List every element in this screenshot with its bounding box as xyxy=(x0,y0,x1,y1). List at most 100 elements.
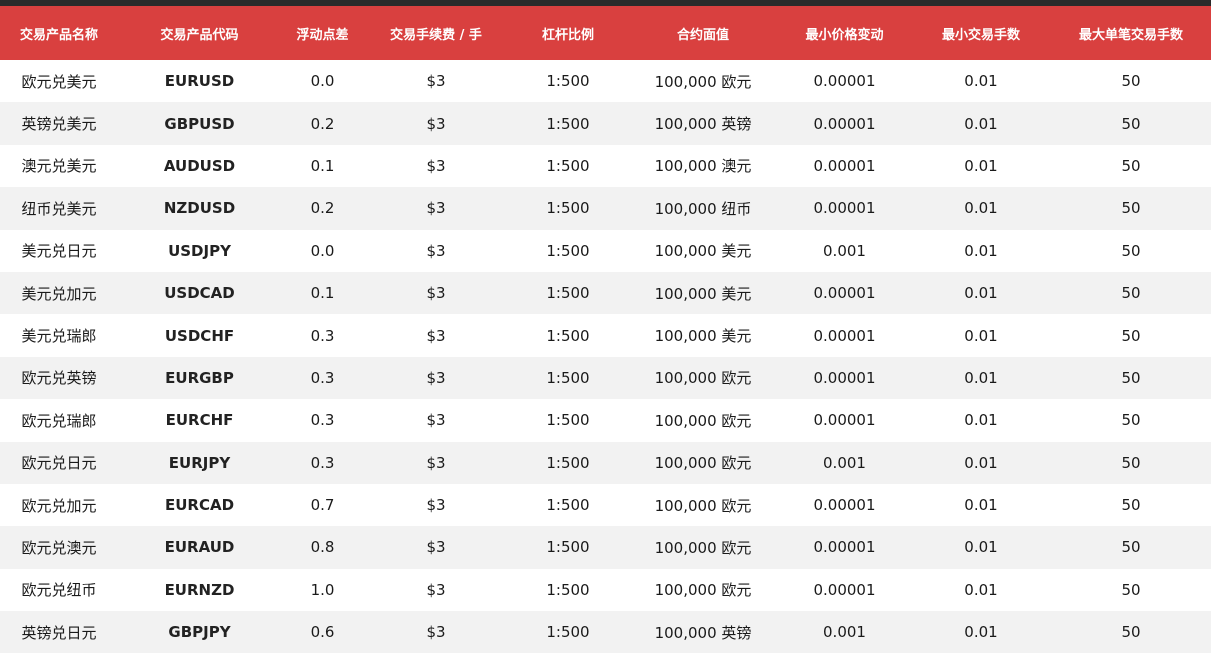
cell-min-lot: 0.01 xyxy=(964,284,998,303)
cell-min-tick: 0.00001 xyxy=(813,72,876,91)
cell-min-tick: 0.00001 xyxy=(813,199,876,218)
table-row: 欧元兑澳元 EURAUD 0.8 $3 1:500 100,000 欧元 0.00001 0.… xyxy=(0,526,1211,569)
cell-product-code: USDCHF xyxy=(164,326,235,345)
cell-contract-size: 100,000 欧元 xyxy=(654,581,752,600)
cell-leverage: 1:500 xyxy=(546,284,590,303)
cell-min-tick: 0.00001 xyxy=(813,114,876,133)
cell-product-code: EURGBP xyxy=(165,368,234,387)
table-row: 美元兑日元 USDJPY 0.0 $3 1:500 100,000 美元 0.001 0.01… xyxy=(0,229,1211,272)
cell-spread: 0.2 xyxy=(310,199,335,218)
table-row: 欧元兑纽币 EURNZD 1.0 $3 1:500 100,000 欧元 0.00001 0.… xyxy=(0,568,1211,612)
cell-product-code: GBPUSD xyxy=(164,114,235,133)
cell-commission: $3 xyxy=(426,453,446,472)
cell-leverage: 1:500 xyxy=(546,199,590,218)
cell-contract-size: 100,000 欧元 xyxy=(654,369,752,388)
cell-commission: $3 xyxy=(426,156,446,175)
cell-commission: $3 xyxy=(426,411,446,430)
cell-spread: 0.1 xyxy=(310,156,335,175)
cell-max-lot: 50 xyxy=(1121,411,1141,430)
cell-commission: $3 xyxy=(426,623,446,642)
cell-min-lot: 0.01 xyxy=(964,580,998,599)
cell-max-lot: 50 xyxy=(1121,72,1141,91)
cell-spread: 0.3 xyxy=(310,368,335,387)
cell-max-lot: 50 xyxy=(1121,156,1141,175)
header-product-code: 交易产品代码 xyxy=(160,27,239,43)
cell-min-tick: 0.00001 xyxy=(813,284,876,303)
cell-product-name: 欧元兑日元 xyxy=(21,454,97,473)
cell-min-tick: 0.00001 xyxy=(813,411,876,430)
cell-product-code: USDCAD xyxy=(164,284,235,303)
cell-min-tick: 0.00001 xyxy=(813,496,876,515)
cell-contract-size: 100,000 欧元 xyxy=(654,411,752,430)
cell-commission: $3 xyxy=(426,199,446,218)
header-min-tick: 最小价格变动 xyxy=(805,27,884,43)
cell-min-tick: 0.00001 xyxy=(813,156,876,175)
table-row: 欧元兑英镑 EURGBP 0.3 $3 1:500 100,000 欧元 0.00001 0.… xyxy=(0,356,1211,400)
table-row: 欧元兑加元 EURCAD 0.7 $3 1:500 100,000 欧元 0.00001 0.… xyxy=(0,483,1211,527)
cell-leverage: 1:500 xyxy=(546,538,590,557)
table-row: 美元兑加元 USDCAD 0.1 $3 1:500 100,000 美元 0.00001 0.… xyxy=(0,271,1211,315)
cell-min-tick: 0.001 xyxy=(823,453,866,472)
cell-min-tick: 0.00001 xyxy=(813,368,876,387)
header-min-lot: 最小交易手数 xyxy=(941,27,1020,43)
cell-product-name: 美元兑日元 xyxy=(21,242,97,261)
cell-leverage: 1:500 xyxy=(546,623,590,642)
header-contract-size: 合约面值 xyxy=(676,27,729,43)
cell-spread: 1.0 xyxy=(310,580,335,599)
cell-leverage: 1:500 xyxy=(546,241,590,260)
cell-spread: 0.0 xyxy=(310,241,335,260)
cell-max-lot: 50 xyxy=(1121,284,1141,303)
cell-max-lot: 50 xyxy=(1121,580,1141,599)
cell-product-name: 欧元兑纽币 xyxy=(21,581,97,600)
cell-product-name: 欧元兑英镑 xyxy=(21,369,97,388)
header-row: 交易产品名称 交易产品代码 浮动点差 交易手续费 / 手 杠杆比例 合约面值 最… xyxy=(0,6,1211,60)
cell-contract-size: 100,000 英镑 xyxy=(654,623,752,642)
cell-min-tick: 0.00001 xyxy=(813,538,876,557)
table-row: 英镑兑美元 GBPUSD 0.2 $3 1:500 100,000 英镑 0.00001 0.… xyxy=(0,102,1211,145)
cell-max-lot: 50 xyxy=(1121,241,1141,260)
cell-contract-size: 100,000 美元 xyxy=(654,242,752,261)
cell-spread: 0.3 xyxy=(310,326,335,345)
cell-min-lot: 0.01 xyxy=(964,496,998,515)
table-row: 纽币兑美元 NZDUSD 0.2 $3 1:500 100,000 纽币 0.00001 0.… xyxy=(0,187,1211,230)
cell-commission: $3 xyxy=(426,114,446,133)
cell-commission: $3 xyxy=(426,538,446,557)
table-row: 欧元兑日元 EURJPY 0.3 $3 1:500 100,000 欧元 0.001 0.01… xyxy=(0,441,1211,484)
cell-product-code: EURAUD xyxy=(164,538,235,557)
cell-min-lot: 0.01 xyxy=(964,156,998,175)
cell-min-lot: 0.01 xyxy=(964,538,998,557)
cell-max-lot: 50 xyxy=(1121,538,1141,557)
cell-product-name: 欧元兑澳元 xyxy=(21,538,97,557)
cell-product-code: NZDUSD xyxy=(163,199,236,218)
cell-contract-size: 100,000 欧元 xyxy=(654,496,752,515)
table-row: 美元兑瑞郎 USDCHF 0.3 $3 1:500 100,000 美元 0.00001 0.… xyxy=(0,314,1211,357)
cell-min-lot: 0.01 xyxy=(964,368,998,387)
cell-max-lot: 50 xyxy=(1121,199,1141,218)
cell-product-code: EURUSD xyxy=(164,72,235,91)
header-spread: 浮动点差 xyxy=(296,27,349,43)
cell-contract-size: 100,000 欧元 xyxy=(654,72,752,91)
table-row: 英镑兑日元 GBPJPY 0.6 $3 1:500 100,000 英镑 0.001 0.01… xyxy=(0,611,1211,654)
cell-min-tick: 0.001 xyxy=(823,241,866,260)
cell-leverage: 1:500 xyxy=(546,496,590,515)
cell-min-lot: 0.01 xyxy=(964,326,998,345)
cell-contract-size: 100,000 欧元 xyxy=(654,538,752,557)
cell-product-name: 纽币兑美元 xyxy=(21,199,97,218)
cell-leverage: 1:500 xyxy=(546,326,590,345)
cell-min-lot: 0.01 xyxy=(964,453,998,472)
cell-max-lot: 50 xyxy=(1121,114,1141,133)
cell-product-code: EURJPY xyxy=(168,453,231,472)
table-row: 欧元兑瑞郎 EURCHF 0.3 $3 1:500 100,000 欧元 0.00001 0.… xyxy=(0,399,1211,442)
cell-max-lot: 50 xyxy=(1121,326,1141,345)
cell-commission: $3 xyxy=(426,368,446,387)
cell-spread: 0.2 xyxy=(310,114,335,133)
cell-product-name: 美元兑加元 xyxy=(21,284,97,303)
cell-spread: 0.8 xyxy=(310,538,335,557)
cell-commission: $3 xyxy=(426,580,446,599)
header-commission: 交易手续费 / 手 xyxy=(390,27,482,43)
cell-leverage: 1:500 xyxy=(546,580,590,599)
cell-max-lot: 50 xyxy=(1121,368,1141,387)
header-leverage: 杠杆比例 xyxy=(541,27,594,43)
cell-product-code: EURNZD xyxy=(164,580,235,599)
cell-product-name: 美元兑瑞郎 xyxy=(21,327,97,346)
